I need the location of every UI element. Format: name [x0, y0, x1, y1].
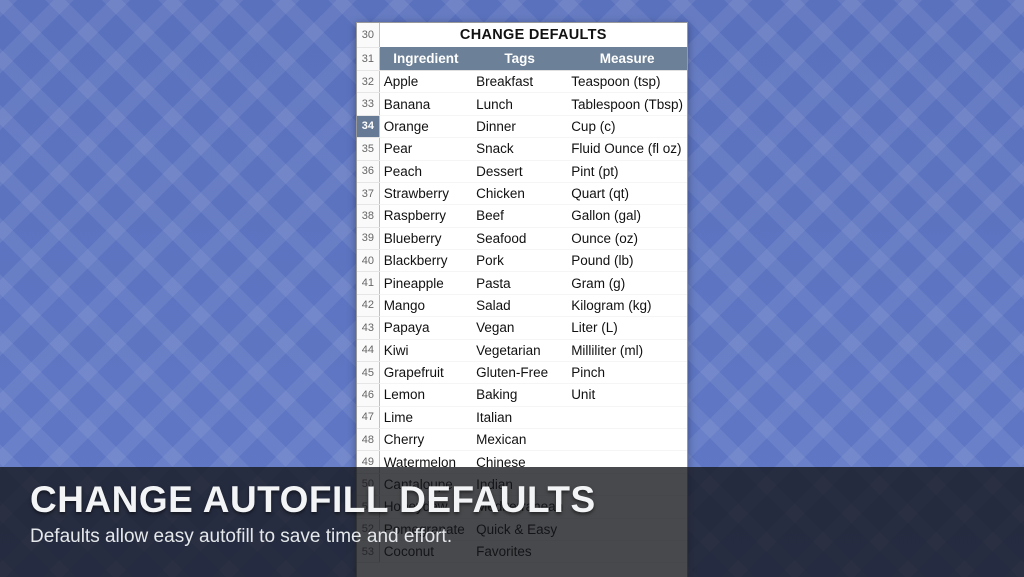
cell-measure[interactable]: Unit — [567, 384, 687, 406]
row-number[interactable]: 39 — [357, 227, 379, 249]
cell-ingredient[interactable]: Kiwi — [379, 339, 472, 361]
cell-tag[interactable]: Italian — [472, 406, 567, 428]
cell-measure[interactable]: Fluid Ounce (fl oz) — [567, 138, 687, 160]
cell-tag[interactable]: Pasta — [472, 272, 567, 294]
row-number[interactable]: 36 — [357, 160, 379, 182]
cell-measure[interactable] — [567, 406, 687, 428]
cell-ingredient[interactable]: Cherry — [379, 429, 472, 451]
row-number[interactable]: 31 — [357, 47, 379, 71]
cell-ingredient[interactable]: Strawberry — [379, 182, 472, 204]
row-number[interactable]: 44 — [357, 339, 379, 361]
caption-overlay: CHANGE AUTOFILL DEFAULTS Defaults allow … — [0, 467, 1024, 577]
cell-ingredient[interactable]: Apple — [379, 71, 472, 93]
cell-tag[interactable]: Salad — [472, 294, 567, 316]
cell-measure[interactable]: Pound (lb) — [567, 250, 687, 272]
cell-tag[interactable]: Dessert — [472, 160, 567, 182]
cell-tag[interactable]: Dinner — [472, 115, 567, 137]
row-number[interactable]: 38 — [357, 205, 379, 227]
row-number[interactable]: 34 — [357, 115, 379, 137]
cell-tag[interactable]: Gluten-Free — [472, 361, 567, 383]
cell-tag[interactable]: Vegetarian — [472, 339, 567, 361]
row-number[interactable]: 47 — [357, 406, 379, 428]
cell-ingredient[interactable]: Raspberry — [379, 205, 472, 227]
cell-ingredient[interactable]: Pear — [379, 138, 472, 160]
cell-tag[interactable]: Chicken — [472, 182, 567, 204]
cell-measure[interactable]: Kilogram (kg) — [567, 294, 687, 316]
row-number[interactable]: 48 — [357, 429, 379, 451]
cell-tag[interactable]: Seafood — [472, 227, 567, 249]
cell-ingredient[interactable]: Orange — [379, 115, 472, 137]
cell-ingredient[interactable]: Papaya — [379, 317, 472, 339]
cell-tag[interactable]: Breakfast — [472, 71, 567, 93]
row-number[interactable]: 40 — [357, 250, 379, 272]
cell-ingredient[interactable]: Lemon — [379, 384, 472, 406]
row-number[interactable]: 32 — [357, 71, 379, 93]
cell-measure[interactable]: Teaspoon (tsp) — [567, 71, 687, 93]
row-number[interactable]: 35 — [357, 138, 379, 160]
caption-subtitle: Defaults allow easy autofill to save tim… — [30, 526, 994, 548]
cell-ingredient[interactable]: Grapefruit — [379, 361, 472, 383]
row-number[interactable]: 46 — [357, 384, 379, 406]
row-number[interactable]: 37 — [357, 182, 379, 204]
row-number[interactable]: 43 — [357, 317, 379, 339]
column-header[interactable]: Tags — [472, 47, 567, 71]
cell-tag[interactable]: Baking — [472, 384, 567, 406]
cell-tag[interactable]: Snack — [472, 138, 567, 160]
cell-measure[interactable]: Ounce (oz) — [567, 227, 687, 249]
row-number[interactable]: 30 — [357, 23, 379, 47]
cell-ingredient[interactable]: Pineapple — [379, 272, 472, 294]
cell-ingredient[interactable]: Mango — [379, 294, 472, 316]
cell-tag[interactable]: Beef — [472, 205, 567, 227]
row-number[interactable]: 45 — [357, 361, 379, 383]
sheet-title[interactable]: CHANGE DEFAULTS — [379, 23, 687, 47]
cell-measure[interactable]: Tablespoon (Tbsp) — [567, 93, 687, 115]
cell-ingredient[interactable]: Banana — [379, 93, 472, 115]
cell-ingredient[interactable]: Peach — [379, 160, 472, 182]
row-number[interactable]: 41 — [357, 272, 379, 294]
cell-ingredient[interactable]: Blackberry — [379, 250, 472, 272]
caption-title: CHANGE AUTOFILL DEFAULTS — [30, 481, 994, 520]
column-header[interactable]: Measure — [567, 47, 687, 71]
cell-tag[interactable]: Mexican — [472, 429, 567, 451]
cell-ingredient[interactable]: Blueberry — [379, 227, 472, 249]
cell-measure[interactable]: Cup (c) — [567, 115, 687, 137]
cell-measure[interactable]: Gram (g) — [567, 272, 687, 294]
cell-measure[interactable]: Milliliter (ml) — [567, 339, 687, 361]
cell-ingredient[interactable]: Lime — [379, 406, 472, 428]
cell-measure[interactable]: Gallon (gal) — [567, 205, 687, 227]
cell-measure[interactable] — [567, 429, 687, 451]
row-number[interactable]: 42 — [357, 294, 379, 316]
row-number[interactable]: 33 — [357, 93, 379, 115]
cell-tag[interactable]: Vegan — [472, 317, 567, 339]
cell-measure[interactable]: Pint (pt) — [567, 160, 687, 182]
cell-measure[interactable]: Liter (L) — [567, 317, 687, 339]
cell-tag[interactable]: Pork — [472, 250, 567, 272]
cell-measure[interactable]: Pinch — [567, 361, 687, 383]
column-header[interactable]: Ingredient — [379, 47, 472, 71]
cell-measure[interactable]: Quart (qt) — [567, 182, 687, 204]
cell-tag[interactable]: Lunch — [472, 93, 567, 115]
